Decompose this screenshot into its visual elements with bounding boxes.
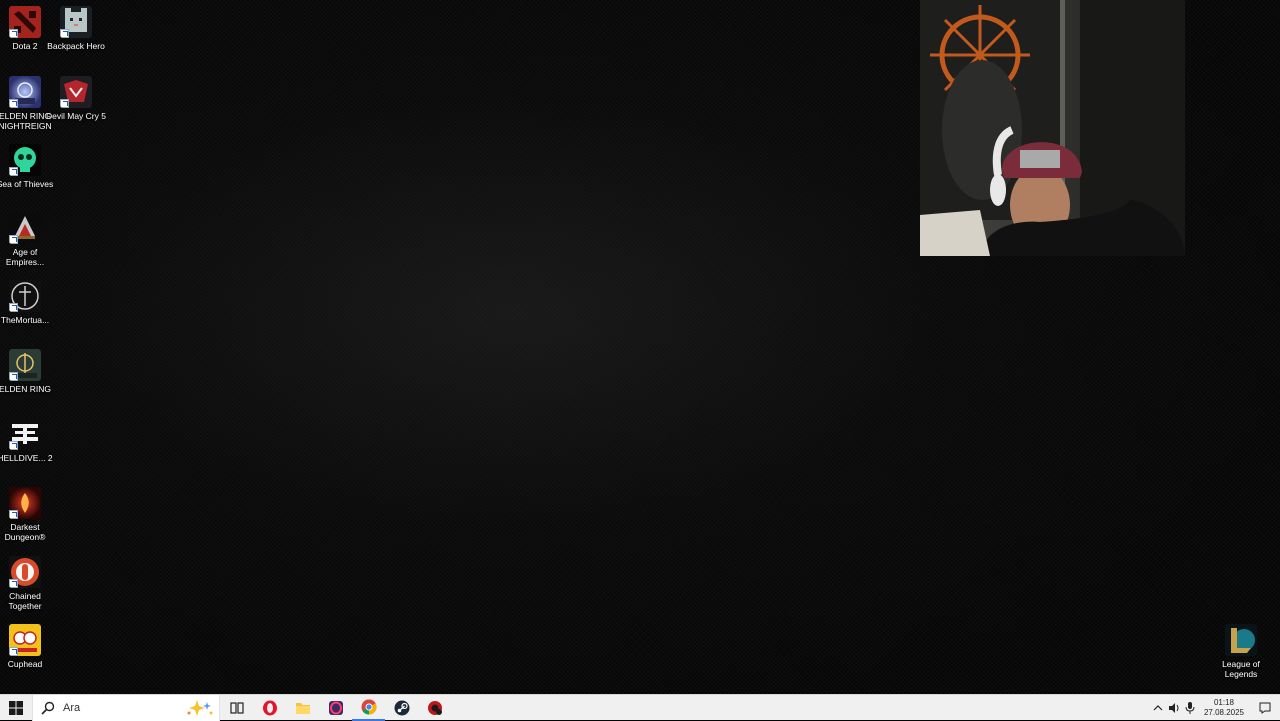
windows-icon: [9, 700, 23, 715]
sea-of-thieves-icon: [9, 144, 41, 176]
helldivers-2-icon: [9, 418, 41, 450]
desktop-icon-label: TheMortua...: [0, 315, 50, 325]
cuphead-icon: [9, 624, 41, 656]
microphone-icon: [1185, 702, 1195, 714]
desktop-icon-chained-together[interactable]: Chained Together: [0, 556, 56, 611]
desktop-icon-label: League of Legends: [1222, 659, 1260, 679]
clock-time: 01:18: [1213, 698, 1234, 707]
tray-volume[interactable]: [1166, 695, 1182, 721]
desktop[interactable]: Dota 2 Backpack Hero ELDEN RING NIGHTREI…: [0, 0, 1280, 694]
tray-microphone[interactable]: [1182, 695, 1198, 721]
search-input[interactable]: [61, 700, 175, 715]
start-button[interactable]: [0, 695, 32, 721]
folder-icon: [295, 702, 310, 714]
league-of-legends-icon: [1225, 624, 1257, 656]
desktop-icon-darkest-dungeon[interactable]: Darkest Dungeon®: [0, 487, 56, 542]
desktop-icon-label: Age of Empires...: [5, 247, 45, 267]
speaker-icon: [1168, 703, 1179, 713]
taskbar-file-explorer[interactable]: [286, 695, 319, 721]
taskbar-clock[interactable]: 01:18 27.08.2025: [1198, 695, 1250, 721]
taskbar: 01:18 27.08.2025: [0, 694, 1280, 721]
desktop-icon-label: Devil May Cry 5: [46, 111, 106, 121]
opera-icon: [262, 700, 277, 715]
taskbar-search[interactable]: [32, 694, 220, 721]
game-app-icon: [427, 700, 442, 715]
age-of-empires-icon: [9, 212, 41, 244]
chrome-icon: [361, 699, 376, 714]
search-highlight-icon: [187, 699, 213, 716]
system-tray: 01:18 27.08.2025: [1150, 695, 1280, 721]
backpack-hero-icon: [60, 6, 92, 38]
desktop-icon-label: Sea of Thieves: [0, 179, 54, 189]
taskbar-task-view[interactable]: [220, 695, 253, 721]
desktop-icon-the-mortuary[interactable]: TheMortua...: [0, 280, 56, 325]
desktop-icon-label: Chained Together: [8, 591, 42, 611]
webcam-overlay: [920, 0, 1185, 256]
chained-together-icon: [9, 556, 41, 588]
tray-overflow-button[interactable]: [1150, 695, 1166, 721]
taskbar-opera-gx[interactable]: [319, 695, 352, 721]
notification-button[interactable]: [1250, 695, 1280, 721]
desktop-icon-label: Backpack Hero: [47, 41, 105, 51]
taskbar-opera[interactable]: [253, 695, 286, 721]
taskbar-game-app[interactable]: [418, 695, 451, 721]
taskbar-chrome[interactable]: [352, 695, 385, 721]
elden-ring-icon: [9, 349, 41, 381]
desktop-icon-sea-of-thieves[interactable]: Sea of Thieves: [0, 144, 56, 189]
desktop-icon-label: HELLDIVE... 2: [0, 453, 53, 463]
desktop-icon-elden-ring[interactable]: ELDEN RING: [0, 349, 56, 394]
steam-icon: [394, 700, 409, 715]
chevron-up-icon: [1153, 705, 1163, 711]
clock-date: 27.08.2025: [1203, 708, 1244, 717]
search-icon: [41, 701, 55, 715]
desktop-icon-devil-may-cry-5[interactable]: Devil May Cry 5: [45, 76, 107, 121]
desktop-icon-age-of-empires[interactable]: Age of Empires...: [0, 212, 56, 267]
devil-may-cry-5-icon: [60, 76, 92, 108]
desktop-icon-cuphead[interactable]: Cuphead: [0, 624, 56, 669]
opera-gx-icon: [328, 700, 343, 715]
desktop-icon-label: Cuphead: [7, 659, 43, 669]
desktop-icon-backpack-hero[interactable]: Backpack Hero: [45, 6, 107, 51]
desktop-icon-label: ELDEN RING: [0, 384, 51, 394]
darkest-dungeon-icon: [9, 487, 41, 519]
task-view-icon: [229, 701, 244, 714]
taskbar-steam[interactable]: [385, 695, 418, 721]
desktop-icon-label: Darkest Dungeon®: [4, 522, 46, 542]
notification-icon: [1259, 702, 1271, 714]
dota2-icon: [9, 6, 41, 38]
the-mortuary-icon: [9, 280, 41, 312]
desktop-icon-league-of-legends[interactable]: League of Legends: [1210, 624, 1272, 679]
desktop-icon-helldivers-2[interactable]: HELLDIVE... 2: [0, 418, 56, 463]
elden-ring-nightreign-icon: [9, 76, 41, 108]
webcam-feed: [920, 0, 1185, 256]
